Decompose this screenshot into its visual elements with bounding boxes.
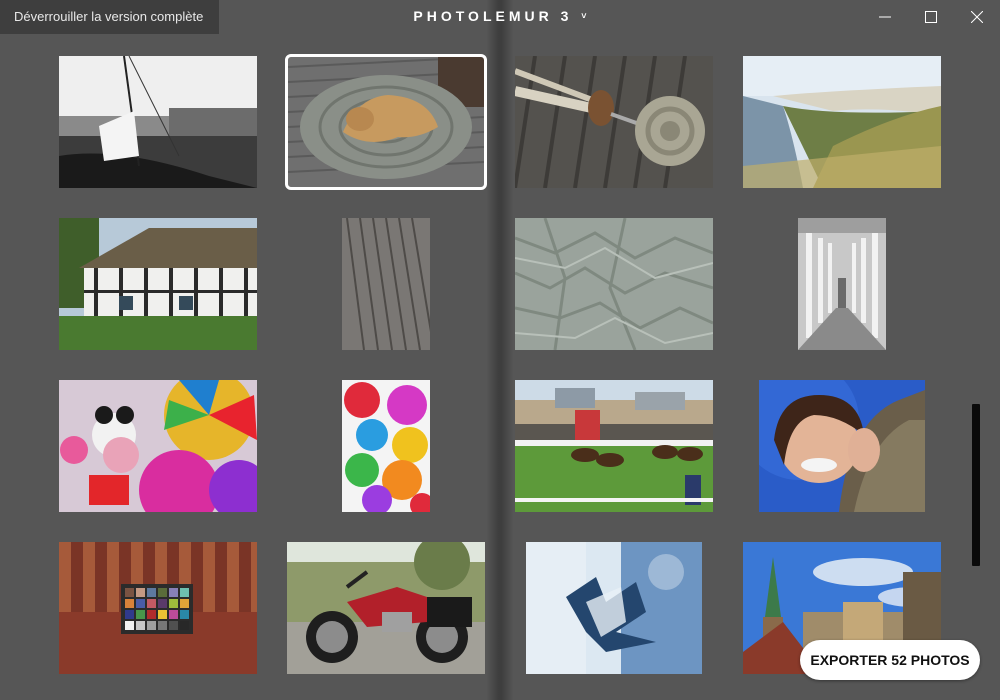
- chevron-down-icon: ˅: [581, 11, 587, 21]
- page-divider-shadow: [486, 0, 514, 700]
- photo-thumbnail[interactable]: [59, 56, 257, 188]
- photo-thumbnail[interactable]: [759, 380, 925, 512]
- maximize-icon: [925, 11, 937, 23]
- photo-thumbnail[interactable]: [59, 542, 257, 674]
- app-title-text: PHOTOLEMUR 3: [413, 8, 573, 24]
- photo-thumbnail[interactable]: [515, 218, 713, 350]
- scrollbar-thumb[interactable]: [972, 404, 980, 566]
- minimize-button[interactable]: [862, 0, 908, 34]
- photo-thumbnail[interactable]: [342, 380, 430, 512]
- photo-thumbnail[interactable]: [59, 380, 257, 512]
- photo-thumbnail[interactable]: [798, 218, 886, 350]
- maximize-button[interactable]: [908, 0, 954, 34]
- photo-thumbnail[interactable]: [59, 218, 257, 350]
- close-button[interactable]: [954, 0, 1000, 34]
- photo-thumbnail-selected[interactable]: [285, 54, 487, 190]
- app-title[interactable]: PHOTOLEMUR 3 ˅: [0, 8, 1000, 24]
- minimize-icon: [879, 16, 891, 18]
- photo-thumbnail[interactable]: [526, 542, 702, 674]
- photo-thumbnail[interactable]: [287, 542, 485, 674]
- photo-thumbnail[interactable]: [342, 218, 430, 350]
- photo-thumbnail[interactable]: [515, 56, 713, 188]
- close-icon: [971, 11, 983, 23]
- export-photos-button[interactable]: EXPORTER 52 PHOTOS: [800, 640, 980, 680]
- photo-thumbnail[interactable]: [515, 380, 713, 512]
- photo-thumbnail[interactable]: [743, 56, 941, 188]
